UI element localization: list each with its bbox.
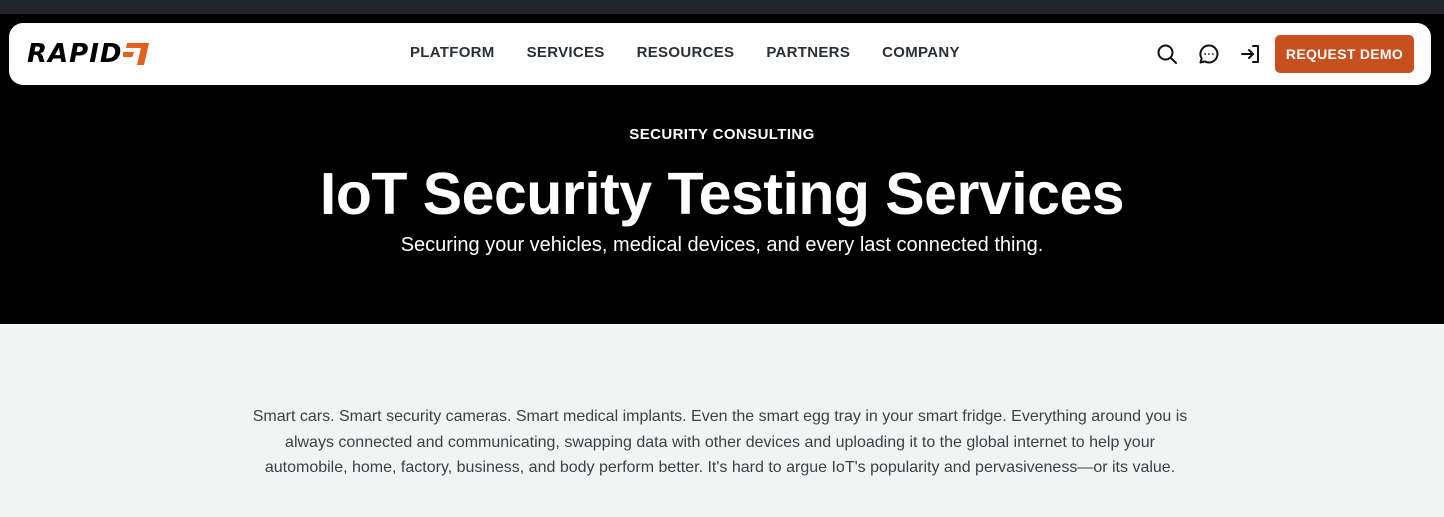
hero-eyebrow: SECURITY CONSULTING	[629, 126, 815, 143]
chat-icon[interactable]	[1198, 43, 1220, 65]
logo-seven-mark	[123, 43, 150, 65]
rapid7-logo[interactable]: RAPID	[27, 39, 150, 69]
nav-platform[interactable]: PLATFORM	[410, 41, 495, 65]
primary-nav: PLATFORM SERVICES RESOURCES PARTNERS COM…	[410, 41, 960, 65]
sign-in-icon[interactable]	[1240, 43, 1262, 65]
nav-partners[interactable]: PARTNERS	[766, 41, 850, 65]
request-demo-button[interactable]: REQUEST DEMO	[1275, 35, 1414, 73]
intro-paragraph: Smart cars. Smart security cameras. Smar…	[252, 408, 1188, 476]
hero-subtitle: Securing your vehicles, medical devices,…	[400, 234, 1044, 256]
nav-resources[interactable]: RESOURCES	[637, 41, 735, 65]
browser-top-strip	[0, 0, 1444, 14]
page-title: IoT Security Testing Services	[319, 161, 1125, 227]
search-icon[interactable]	[1156, 43, 1178, 65]
nav-company[interactable]: COMPANY	[882, 41, 960, 65]
logo-text: RAPID	[27, 39, 123, 69]
nav-services[interactable]: SERVICES	[527, 41, 605, 65]
intro-section: Smart cars. Smart security cameras. Smar…	[0, 324, 1444, 517]
site-header: RAPID PLATFORM SERVICES RESOURCES PARTNE…	[9, 23, 1431, 85]
